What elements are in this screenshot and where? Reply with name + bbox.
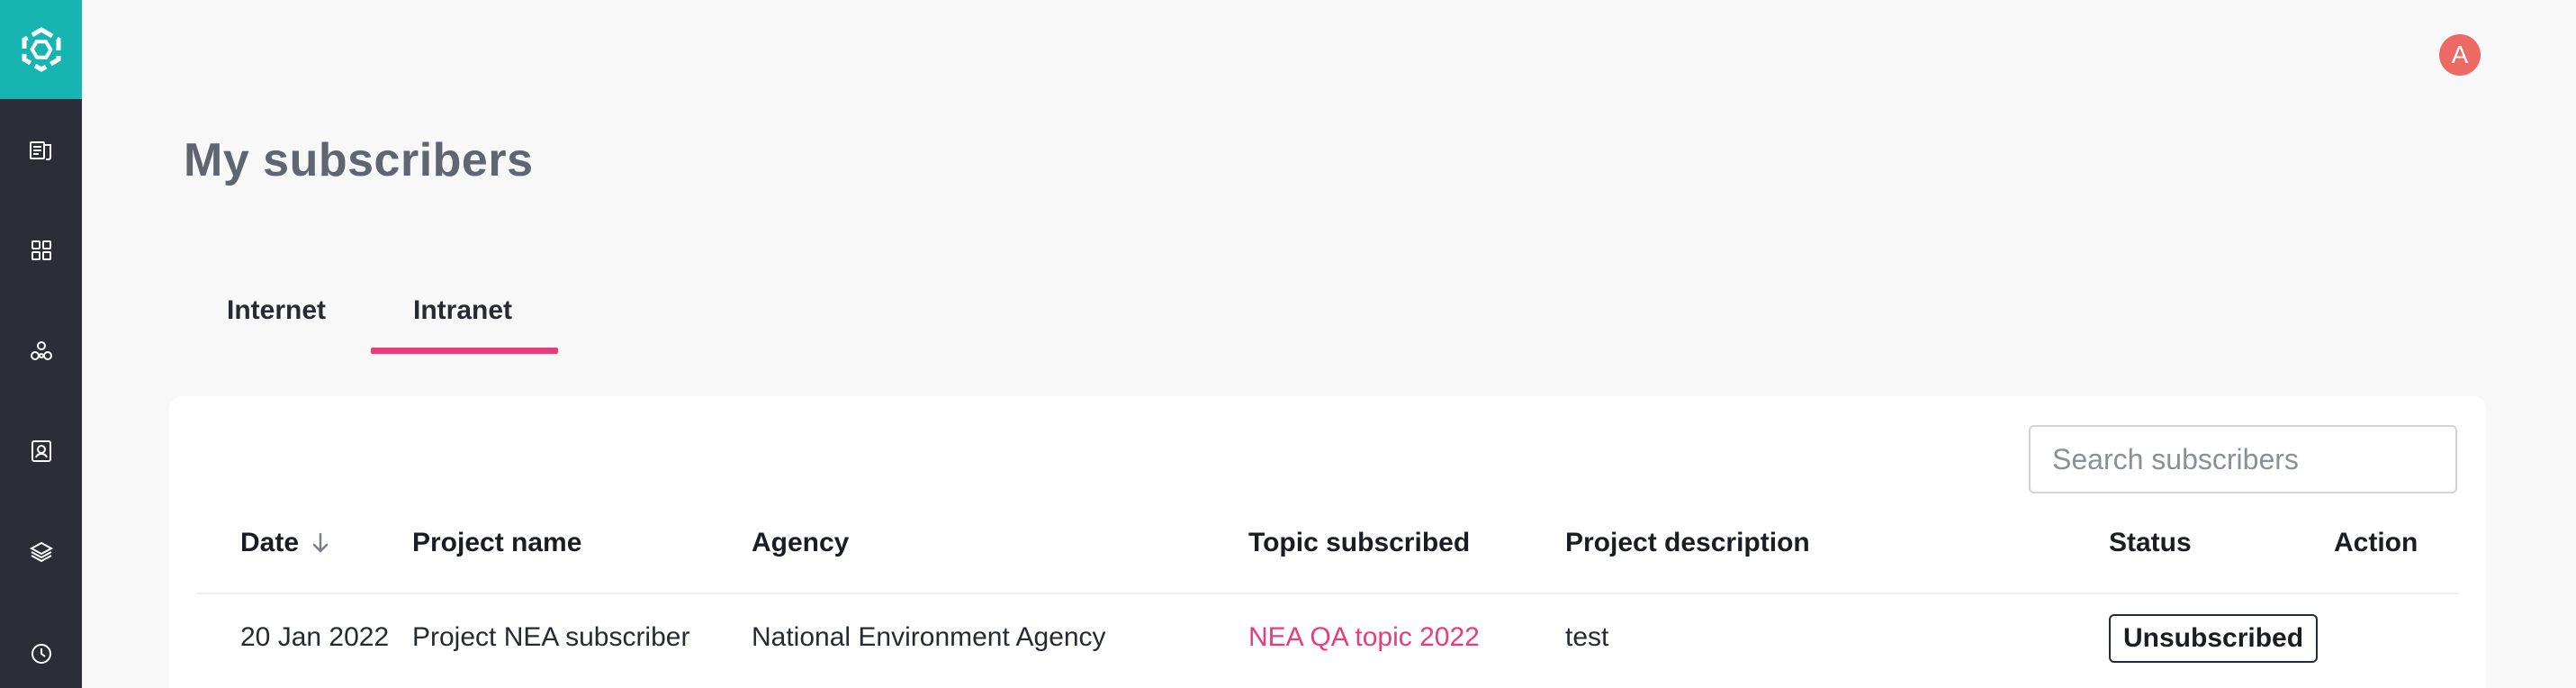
layers-icon	[29, 541, 53, 563]
column-header-date-label: Date	[240, 528, 300, 557]
column-header-action: Action	[2334, 528, 2418, 557]
clock-icon	[31, 644, 51, 664]
app-root: A My subscribers Internet Intranet Date …	[0, 0, 2576, 688]
app-logo[interactable]	[0, 0, 82, 99]
avatar[interactable]: A	[2439, 34, 2481, 76]
column-header-project-name: Project name	[412, 528, 582, 557]
column-header-agency: Agency	[752, 528, 850, 557]
sidebar-item-contacts[interactable]	[0, 424, 82, 478]
sidebar-item-layers[interactable]	[0, 525, 82, 579]
sort-arrow-down-icon	[312, 532, 329, 553]
tab-internet[interactable]: Internet	[227, 295, 326, 326]
logo-icon	[22, 27, 60, 72]
column-header-description: Project description	[1565, 528, 1810, 557]
sidebar-item-documents[interactable]	[0, 123, 82, 177]
cell-date: 20 Jan 2022	[240, 622, 390, 652]
table-divider	[196, 593, 2459, 594]
cell-description: test	[1565, 622, 1609, 652]
cell-project-name: Project NEA subscriber	[412, 622, 690, 652]
documents-icon	[29, 141, 51, 160]
contacts-icon	[31, 440, 51, 462]
sidebar	[0, 0, 82, 688]
tab-intranet[interactable]: Intranet	[413, 295, 512, 326]
cell-agency: National Environment Agency	[752, 622, 1106, 652]
column-header-date[interactable]: Date	[240, 528, 333, 558]
sidebar-item-network[interactable]	[0, 324, 82, 378]
apps-grid-icon	[31, 240, 51, 260]
cell-topic-link[interactable]: NEA QA topic 2022	[1248, 622, 1480, 653]
sidebar-item-history[interactable]	[0, 627, 82, 681]
network-icon	[30, 341, 52, 360]
active-tab-indicator	[371, 348, 558, 354]
column-header-topic: Topic subscribed	[1248, 528, 1471, 557]
page-title: My subscribers	[184, 134, 534, 186]
search-input[interactable]	[2029, 425, 2457, 493]
column-header-status: Status	[2109, 528, 2192, 557]
sidebar-item-apps[interactable]	[0, 223, 82, 277]
status-badge: Unsubscribed	[2109, 614, 2319, 663]
